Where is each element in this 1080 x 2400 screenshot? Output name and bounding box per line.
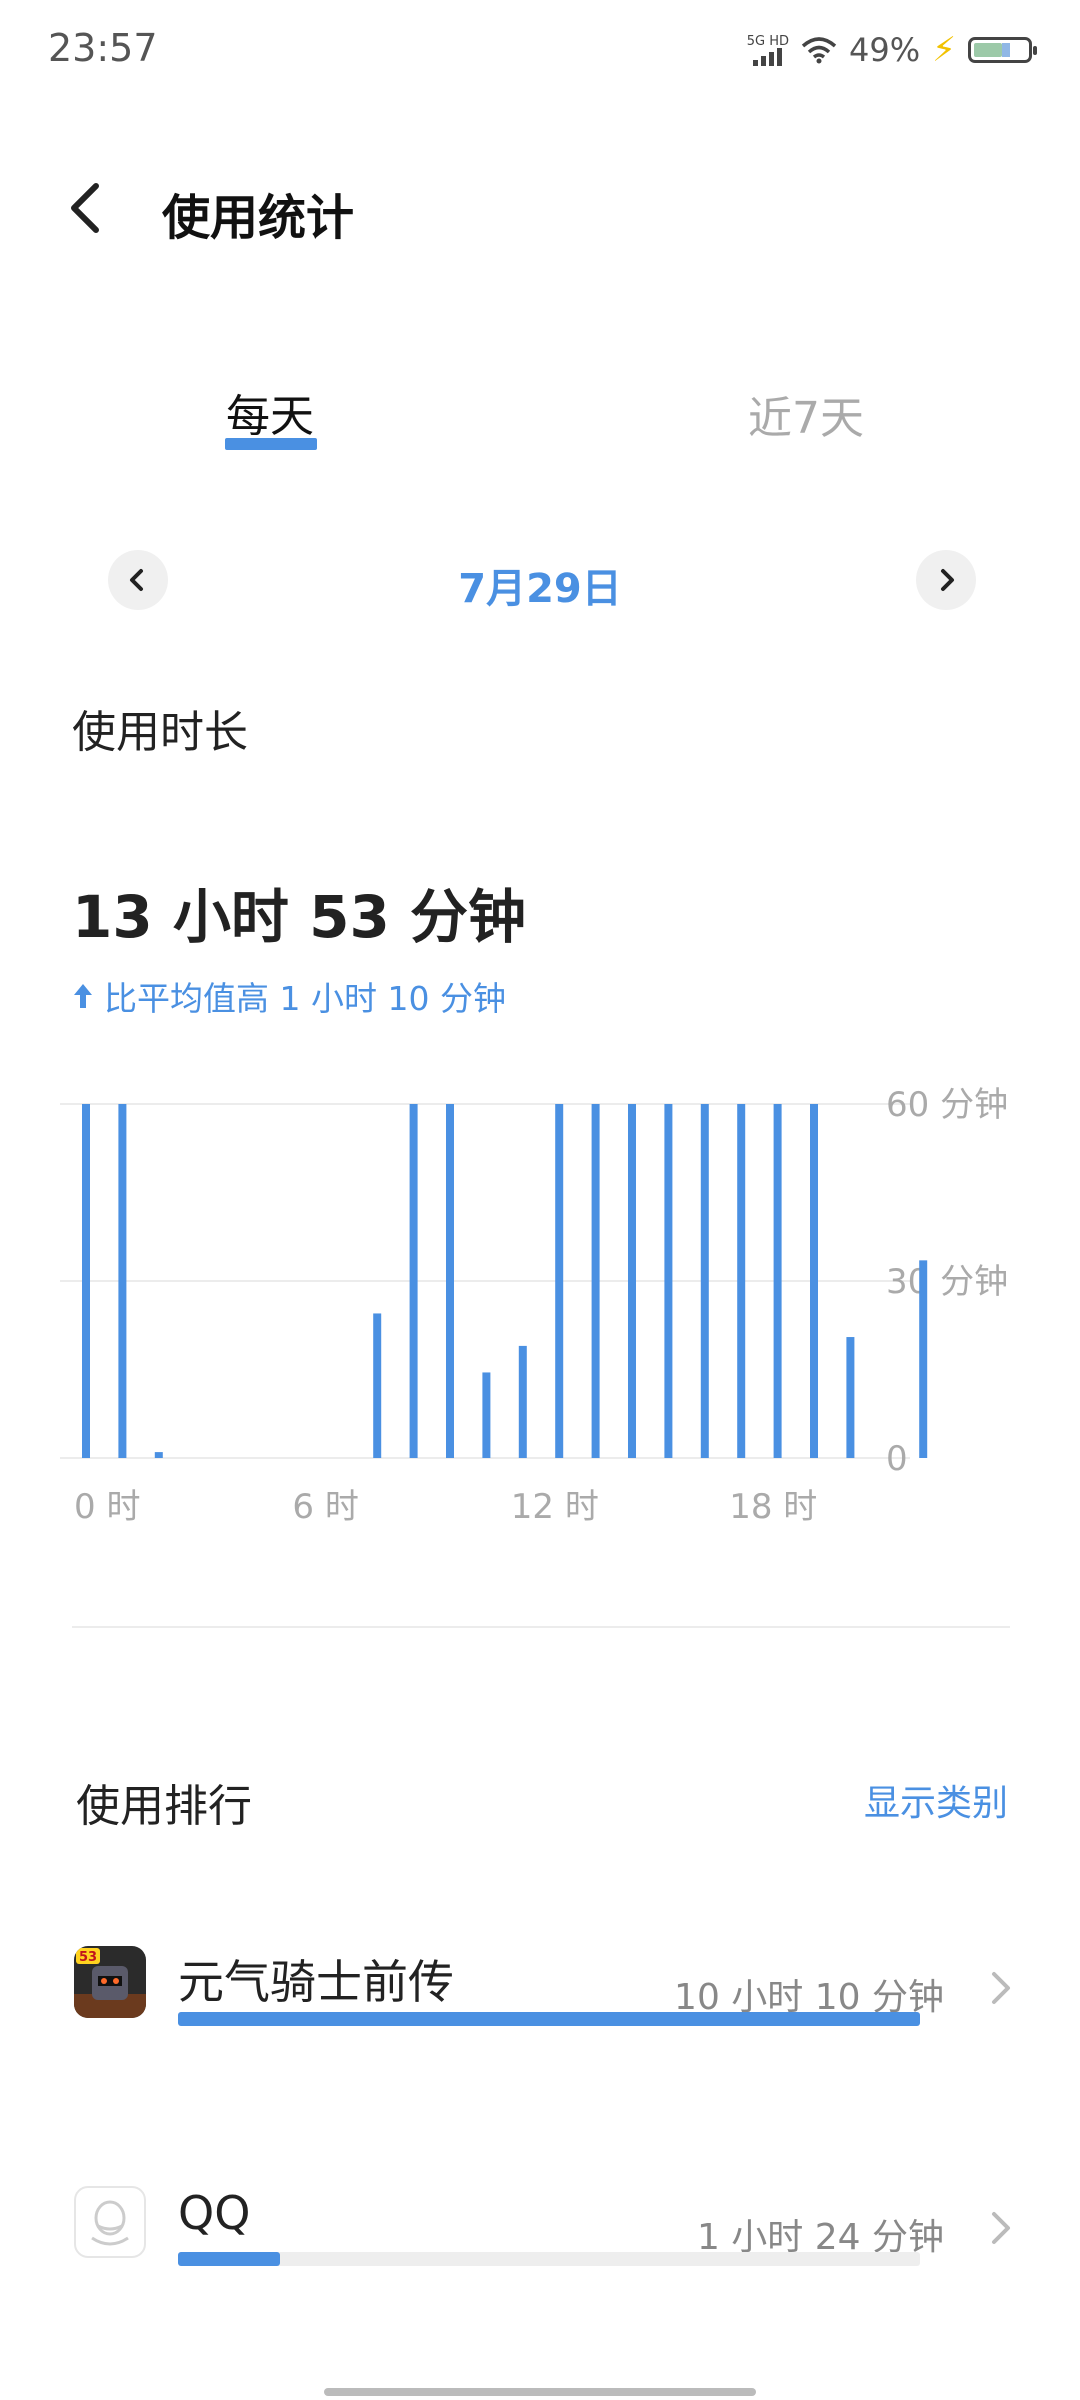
- chart-bar-hour-1: [118, 1104, 127, 1458]
- app-usage-bar: [178, 2252, 920, 2266]
- chart-bar-hour-9: [409, 1104, 418, 1458]
- app-row-soul-knight[interactable]: 53 元气骑士前传 10 小时 10 分钟: [74, 1946, 1020, 2056]
- chart-bar-hour-23: [919, 1260, 928, 1458]
- page-title: 使用统计: [162, 190, 355, 246]
- wifi-icon: [801, 37, 837, 64]
- comparison-row: 比平均值高 1 小时 10 分钟: [72, 972, 506, 1020]
- usage-ranking-heading: 使用排行: [76, 1781, 252, 1832]
- chevron-right-icon: [992, 2212, 1010, 2244]
- chart-bar-hour-20: [810, 1104, 818, 1458]
- chart-bar-hour-21: [846, 1337, 855, 1458]
- chart-bar-hour-12: [518, 1345, 527, 1458]
- home-indicator: [324, 2388, 756, 2396]
- tab-daily[interactable]: 每天: [226, 380, 314, 444]
- chart-x-tick-label: 0 时: [74, 1487, 140, 1527]
- app-usage-bar-fill: [178, 2252, 281, 2266]
- app-name: 元气骑士前传: [178, 1955, 454, 2009]
- soul-knight-app-icon: 53: [74, 1946, 146, 2018]
- battery-percentage: 49%: [849, 31, 921, 69]
- chart-x-tick-label: 18 时: [729, 1487, 817, 1527]
- app-usage-bar: [178, 2012, 920, 2026]
- chart-bar-hour-11: [482, 1372, 491, 1458]
- comparison-text: 比平均值高 1 小时 10 分钟: [104, 979, 506, 1018]
- hourly-usage-chart: 60 分钟 30 分钟 0 0 时 6 时 12 时 18 时: [60, 1085, 1008, 1527]
- charging-bolt-icon: ⚡: [932, 30, 956, 70]
- back-button[interactable]: [60, 168, 120, 248]
- chart-bar-hour-15: [628, 1104, 636, 1458]
- chart-bar-hour-8: [373, 1313, 382, 1458]
- next-day-button[interactable]: [916, 550, 976, 610]
- chart-y-tick-label: 60 分钟: [886, 1085, 1008, 1125]
- tab-last-7-days[interactable]: 近7天: [748, 382, 864, 446]
- section-divider: [72, 1626, 1010, 1628]
- total-usage-time: 13 小时 53 分钟: [72, 883, 527, 951]
- chart-x-tick-label: 6 时: [292, 1487, 358, 1527]
- chart-y-tick-label: 30 分钟: [886, 1262, 1008, 1302]
- app-row-qq[interactable]: QQ 1 小时 24 分钟: [74, 2186, 1020, 2296]
- tab-active-indicator: [225, 438, 317, 450]
- network-type: 5G HD: [746, 33, 789, 49]
- chevron-right-icon: [941, 569, 954, 591]
- usage-duration-heading: 使用时长: [72, 707, 248, 758]
- battery-icon: [968, 37, 1037, 63]
- show-category-button[interactable]: 显示类别: [864, 1774, 1008, 1826]
- svg-text:53: 53: [79, 1950, 97, 1965]
- arrow-up-icon: [74, 984, 92, 1008]
- chart-bar-hour-2: [154, 1452, 163, 1458]
- chart-y-tick-label: 0: [886, 1439, 908, 1479]
- chart-bar-hour-17: [700, 1104, 709, 1458]
- chevron-left-icon: [71, 183, 99, 233]
- chart-bar-hour-16: [664, 1104, 673, 1458]
- status-time: 23:57: [48, 26, 158, 70]
- chart-bar-hour-19: [773, 1104, 782, 1458]
- status-icons: 5G HD 49% ⚡: [747, 30, 1037, 70]
- signal-icon: 5G HD: [747, 35, 789, 66]
- chart-bar-hour-10: [446, 1104, 454, 1458]
- app-usage-bar-fill: [178, 2012, 920, 2026]
- chart-bar-hour-14: [591, 1104, 600, 1458]
- chart-x-tick-label: 12 时: [511, 1487, 599, 1527]
- chart-bar-hour-0: [82, 1104, 90, 1458]
- qq-app-icon: [74, 2186, 146, 2258]
- app-name: QQ: [178, 2186, 251, 2240]
- chart-bar-hour-18: [737, 1104, 746, 1458]
- chevron-right-icon: [992, 1972, 1010, 2004]
- chart-bar-hour-13: [555, 1104, 564, 1458]
